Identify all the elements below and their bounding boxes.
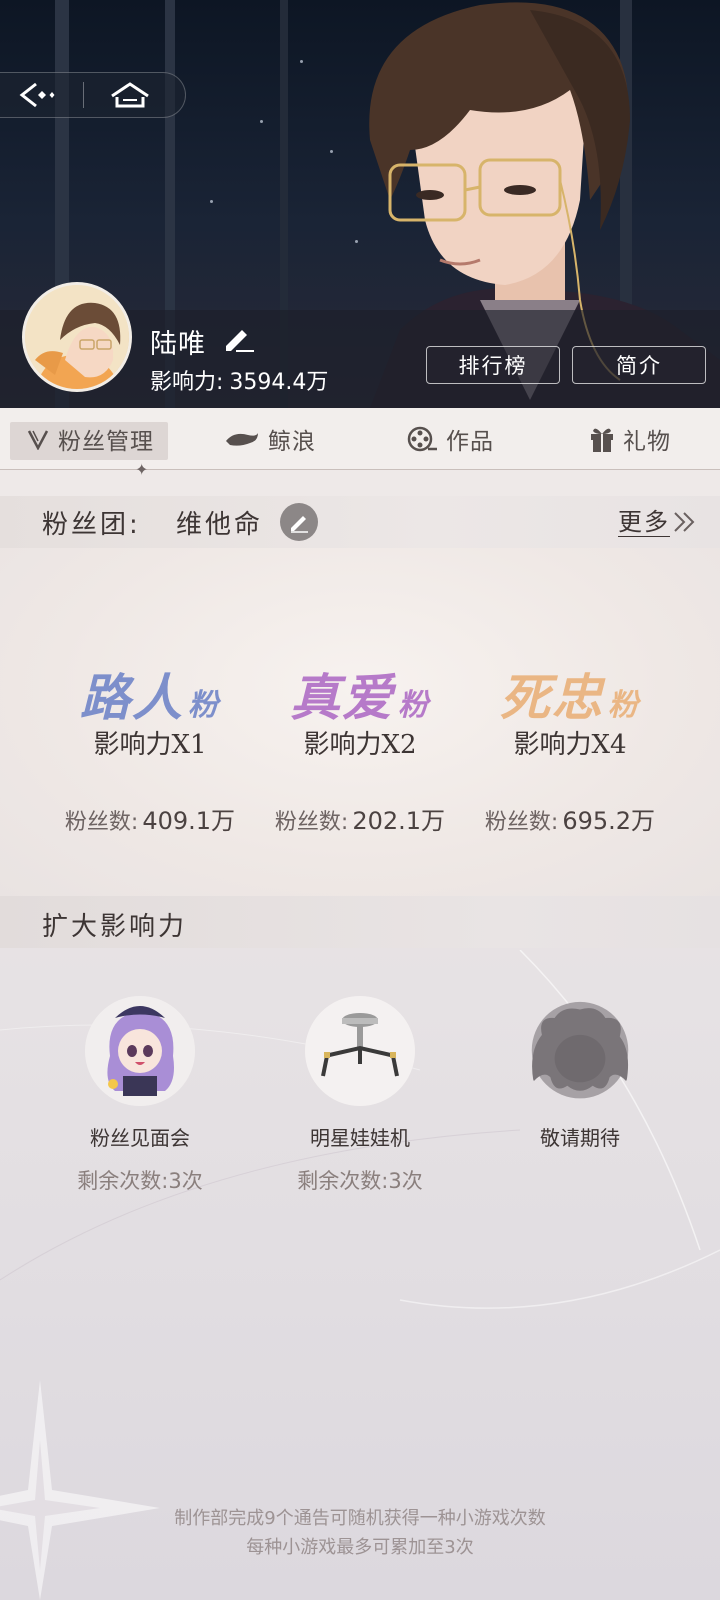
fan-tier-title: 路人粉 (80, 668, 220, 727)
fan-tier-count: 粉丝数: 409.1万 (64, 807, 236, 835)
tab-label: 礼物 (623, 428, 671, 455)
mini-game-remaining: 剩余次数:3次 (297, 1169, 423, 1193)
edit-fan-club-button[interactable] (280, 503, 318, 541)
tab-label: 鲸浪 (268, 428, 316, 455)
tab-bar: 粉丝管理 ✦ 鲸浪 作品 礼物 (0, 408, 720, 479)
fan-tiers-panel: 路人粉 影响力X1 粉丝数: 409.1万 真爱粉 影响力X2 粉丝数: 202.1… (0, 548, 720, 896)
influence-value: 3594.4万 (229, 370, 329, 395)
sparkle-icon: ✦ (135, 459, 150, 479)
tab-works[interactable]: 作品 (360, 408, 540, 470)
fan-tier-true-love: 真爱粉 影响力X2 粉丝数: 202.1万 (255, 658, 465, 836)
home-icon (111, 82, 149, 108)
intro-button[interactable]: 简介 (572, 346, 706, 384)
back-button[interactable] (0, 72, 83, 118)
fan-tier-title: 死忠粉 (500, 668, 640, 727)
claw-machine-icon (305, 996, 415, 1106)
influence-row: 影响力: 3594.4万 (150, 364, 334, 396)
mini-game-remaining: 剩余次数:3次 (77, 1169, 203, 1193)
back-arrow-icon (19, 82, 55, 108)
ranking-button[interactable]: 排行榜 (426, 346, 560, 384)
fan-tier-die-hard: 死忠粉 影响力X4 粉丝数: 695.2万 (465, 658, 675, 836)
mini-game-name: 明星娃娃机 (310, 1126, 410, 1150)
mini-game-claw-machine[interactable]: 明星娃娃机 剩余次数:3次 (250, 996, 470, 1195)
mini-game-name: 敬请期待 (540, 1126, 620, 1150)
fan-club-bar: 粉丝团: 维他命 更多 (0, 496, 720, 548)
pencil-icon (226, 330, 254, 352)
tab-whale[interactable]: 鲸浪 (180, 408, 360, 470)
locked-silhouette-icon (525, 996, 635, 1106)
edit-name-button[interactable] (222, 326, 258, 352)
fan-tier-title: 真爱粉 (290, 668, 430, 727)
fan-tier-multiplier: 影响力X1 (93, 730, 207, 760)
footer-note: 制作部完成9个通告可随机获得一种小游戏次数 每种小游戏最多可累加至3次 (0, 1504, 720, 1562)
tab-gifts[interactable]: 礼物 (540, 408, 720, 470)
tab-fan-management[interactable]: 粉丝管理 ✦ (0, 408, 180, 479)
mini-game-name: 粉丝见面会 (90, 1126, 190, 1150)
footer-line-2: 每种小游戏最多可累加至3次 (246, 1537, 474, 1558)
compass-star-decoration (0, 1380, 160, 1600)
avatar-portrait-icon (25, 285, 129, 389)
fan-club-label: 粉丝团: (42, 509, 141, 540)
avatar[interactable] (22, 282, 132, 392)
mini-game-coming-soon: 敬请期待 (470, 996, 690, 1151)
fan-tier-multiplier: 影响力X2 (303, 730, 417, 760)
footer-line-1: 制作部完成9个通告可随机获得一种小游戏次数 (174, 1508, 546, 1529)
double-chevron-right-icon[interactable] (672, 510, 698, 534)
expand-influence-bar: 扩大影响力 (0, 896, 720, 948)
fan-tier-passerby: 路人粉 影响力X1 粉丝数: 409.1万 (45, 658, 255, 836)
v-icon (26, 428, 50, 450)
tab-label: 粉丝管理 (58, 428, 154, 455)
fan-meeting-icon (85, 996, 195, 1106)
mini-game-fan-meeting[interactable]: 粉丝见面会 剩余次数:3次 (30, 996, 250, 1195)
fan-tier-count: 粉丝数: 202.1万 (274, 807, 446, 835)
fan-club-name: 维他命 (176, 509, 264, 540)
expand-influence-title: 扩大影响力 (42, 912, 188, 942)
nav-pill (0, 72, 186, 118)
profile-name: 陆唯 (150, 329, 206, 360)
more-link[interactable]: 更多 (618, 508, 670, 537)
fan-tier-multiplier: 影响力X4 (513, 730, 627, 760)
pencil-icon (291, 516, 308, 533)
home-button[interactable] (84, 72, 176, 118)
gift-icon (589, 425, 615, 453)
fan-tier-count: 粉丝数: 695.2万 (484, 807, 656, 835)
influence-label: 影响力: (150, 370, 224, 395)
tab-label: 作品 (446, 428, 494, 455)
whale-icon (224, 429, 260, 449)
film-reel-icon (406, 425, 438, 453)
